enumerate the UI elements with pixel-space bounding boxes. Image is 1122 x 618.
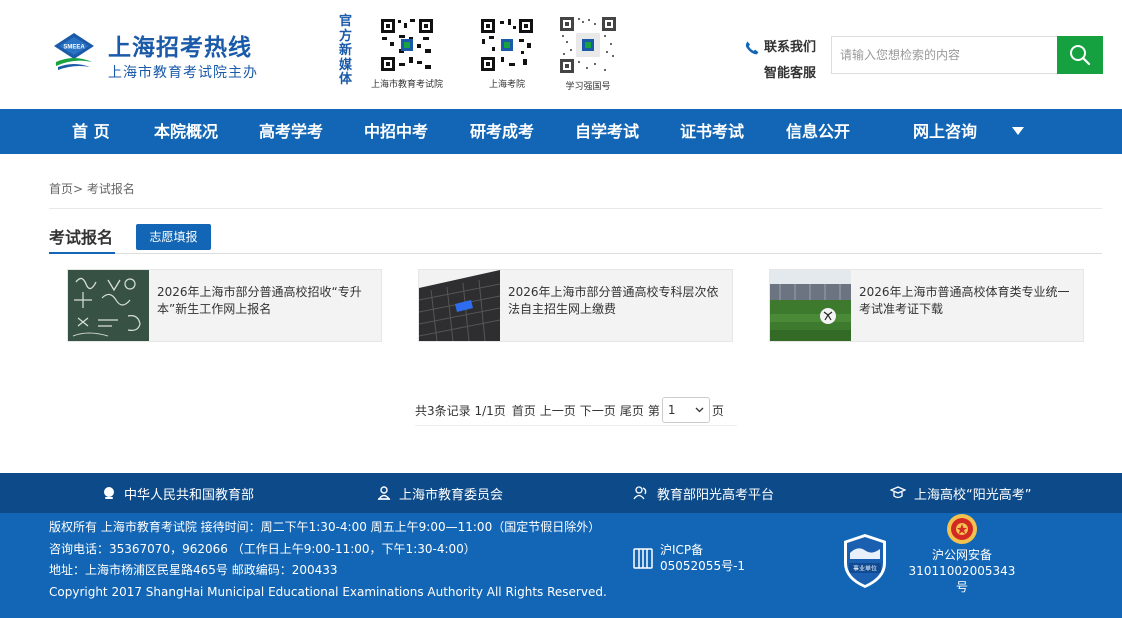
chevron-down-icon[interactable] bbox=[1011, 126, 1025, 136]
shield-badge-icon: 事业单位 bbox=[844, 534, 886, 588]
footer-address-line: 地址：上海市杨浦区民星路465号 邮政编码：200433 bbox=[49, 563, 338, 577]
footer-links-bar: 中华人民共和国教育部 上海市教育委员会 教育部阳光高考平台 上海高校“阳光高考” bbox=[0, 473, 1122, 513]
site-header: SMEEA 上海招考热线 上海市教育考试院主办 官方新媒体 上海市教育考试院 上… bbox=[0, 0, 1122, 109]
qr-code-shanghai-kaoyuan[interactable]: 上海考院 bbox=[479, 17, 535, 90]
page-select-value: 1 bbox=[667, 403, 676, 417]
smart-service-link[interactable]: 智能客服 bbox=[744, 61, 816, 87]
icp-line-1: 沪ICP备 bbox=[660, 543, 704, 557]
phone-icon bbox=[745, 41, 759, 55]
nav-item-yankao[interactable]: 研考成考 bbox=[470, 109, 534, 154]
footer-copyright-line: 版权所有 上海市教育考试院 接待时间：周二下午1:30-4:00 周五上午9:0… bbox=[49, 520, 601, 534]
nav-item-online-consult[interactable]: 网上咨询 bbox=[913, 109, 977, 154]
tab-volunteer-filling[interactable]: 志愿填报 bbox=[136, 224, 211, 250]
nav-item-self-study[interactable]: 自学考试 bbox=[575, 109, 639, 154]
contact-block: 联系我们 智能客服 bbox=[744, 35, 816, 87]
badge-text: 事业单位 bbox=[853, 565, 877, 573]
divider bbox=[49, 208, 1102, 209]
contact-us-link[interactable]: 联系我们 bbox=[744, 35, 816, 61]
person-icon bbox=[377, 486, 391, 500]
pagination-last[interactable]: 尾页 bbox=[620, 402, 644, 419]
section-title-underline bbox=[49, 252, 115, 254]
pagination-next[interactable]: 下一页 bbox=[580, 402, 616, 419]
icp-record-link[interactable]: 沪ICP备 05052055号-1 bbox=[632, 542, 745, 574]
search-input[interactable] bbox=[832, 37, 1058, 73]
qr-code-icon bbox=[379, 17, 435, 73]
nav-item-zhongkao[interactable]: 中招中考 bbox=[364, 109, 428, 154]
footer-phone-line: 咨询电话：35367070，962066 （工作日上午9:00-11:00，下午… bbox=[49, 541, 476, 556]
site-logo[interactable]: SMEEA 上海招考热线 上海市教育考试院主办 bbox=[50, 26, 260, 82]
new-media-label: 官方新媒体 bbox=[339, 14, 353, 87]
qr-caption: 上海考院 bbox=[488, 80, 525, 90]
users-icon bbox=[633, 486, 647, 500]
section-title: 考试报名 bbox=[49, 228, 114, 247]
main-nav: 首 页 本院概况 高考学考 中招中考 研考成考 自学考试 证书考试 信息公开 网… bbox=[0, 109, 1122, 154]
article-title[interactable]: 2026年上海市普通高校体育类专业统一考试准考证下载 bbox=[859, 284, 1081, 318]
footer-link-label: 教育部阳光高考平台 bbox=[657, 487, 775, 503]
pagination-prev[interactable]: 上一页 bbox=[540, 402, 576, 419]
divider bbox=[415, 425, 737, 426]
pagination: 共3条记录 1/1页 首页 上一页 下一页 尾页 第 1 页 bbox=[415, 397, 724, 423]
article-thumbnail bbox=[68, 270, 149, 341]
contact-us-label: 联系我们 bbox=[764, 40, 817, 55]
qr-code-icon bbox=[558, 15, 618, 75]
qr-code-exam-authority[interactable]: 上海市教育考试院 bbox=[371, 17, 443, 90]
graduation-icon bbox=[890, 486, 906, 499]
stadium-image bbox=[770, 270, 851, 341]
footer-link-shanghai-sunshine[interactable]: 上海高校“阳光高考” bbox=[890, 473, 1031, 513]
nav-item-info-public[interactable]: 信息公开 bbox=[786, 109, 850, 154]
nav-item-about[interactable]: 本院概况 bbox=[154, 109, 218, 154]
police-line-1: 沪公网安备 bbox=[931, 548, 992, 562]
footer-english-copyright: Copyright 2017 ShangHai Municipal Educat… bbox=[49, 584, 607, 599]
footer-link-sunshine-platform[interactable]: 教育部阳光高考平台 bbox=[633, 473, 774, 513]
logo-emblem-icon: SMEEA bbox=[54, 33, 94, 70]
nav-item-gaokao[interactable]: 高考学考 bbox=[259, 109, 323, 154]
pagination-page-prefix: 第 bbox=[647, 403, 660, 418]
article-title[interactable]: 2026年上海市部分普通高校专科层次依法自主招生网上缴费 bbox=[508, 284, 730, 318]
qr-caption: 上海市教育考试院 bbox=[371, 80, 444, 90]
article-thumbnail bbox=[419, 270, 500, 341]
footer-link-edu-commission[interactable]: 上海市教育委员会 bbox=[377, 473, 503, 513]
keyboard-image bbox=[419, 270, 500, 341]
footer-link-label: 上海高校“阳光高考” bbox=[914, 487, 1032, 503]
pagination-page-suffix: 页 bbox=[711, 403, 724, 418]
building-icon bbox=[633, 548, 653, 569]
qr-caption: 学习强国号 bbox=[565, 82, 611, 92]
article-card[interactable]: 2026年上海市部分普通高校招收“专升本”新生工作网上报名 bbox=[67, 269, 382, 342]
police-line-3: 号 bbox=[955, 580, 968, 594]
nav-item-certificate[interactable]: 证书考试 bbox=[680, 109, 744, 154]
footer-link-label: 中华人民共和国教育部 bbox=[124, 487, 255, 503]
article-thumbnail bbox=[770, 270, 851, 341]
logo-title: 上海招考热线 bbox=[108, 35, 252, 61]
police-emblem-icon bbox=[947, 514, 977, 544]
footer-info: 版权所有 上海市教育考试院 接待时间：周二下午1:30-4:00 周五上午9:0… bbox=[49, 517, 607, 603]
smart-service-label: 智能客服 bbox=[764, 66, 817, 81]
pagination-first[interactable]: 首页 bbox=[512, 402, 536, 419]
nav-item-home[interactable]: 首 页 bbox=[72, 109, 110, 154]
qr-code-icon bbox=[479, 17, 535, 73]
public-institution-badge[interactable]: 事业单位 bbox=[842, 533, 888, 593]
pagination-summary: 共3条记录 1/1页 bbox=[415, 403, 506, 418]
article-card[interactable]: 2026年上海市部分普通高校专科层次依法自主招生网上缴费 bbox=[418, 269, 733, 342]
search-icon bbox=[1070, 45, 1091, 66]
police-line-2: 31011002005343 bbox=[908, 564, 1016, 578]
qr-code-xuexi-qiangguo[interactable]: 学习强国号 bbox=[558, 15, 618, 92]
icp-line-2: 05052055号-1 bbox=[660, 559, 746, 573]
logo-emblem-text: SMEEA bbox=[63, 45, 85, 51]
search-box bbox=[831, 36, 1103, 74]
footer-link-label: 上海市教育委员会 bbox=[399, 487, 504, 503]
footer-link-moe[interactable]: 中华人民共和国教育部 bbox=[102, 473, 254, 513]
page-select[interactable]: 1 bbox=[661, 397, 710, 423]
search-button[interactable] bbox=[1057, 36, 1103, 74]
article-title[interactable]: 2026年上海市部分普通高校招收“专升本”新生工作网上报名 bbox=[157, 284, 379, 318]
chevron-down-icon bbox=[695, 407, 704, 413]
divider bbox=[49, 253, 1102, 254]
breadcrumb[interactable]: 首页> 考试报名 bbox=[49, 180, 135, 197]
logo-subtitle: 上海市教育考试院主办 bbox=[108, 65, 258, 81]
article-card[interactable]: 2026年上海市普通高校体育类专业统一考试准考证下载 bbox=[769, 269, 1084, 342]
police-record-link[interactable]: 沪公网安备 31011002005343 号 bbox=[907, 513, 1017, 595]
chalkboard-image bbox=[68, 270, 149, 341]
site-footer: 版权所有 上海市教育考试院 接待时间：周二下午1:30-4:00 周五上午9:0… bbox=[0, 513, 1122, 618]
globe-icon bbox=[104, 487, 114, 499]
